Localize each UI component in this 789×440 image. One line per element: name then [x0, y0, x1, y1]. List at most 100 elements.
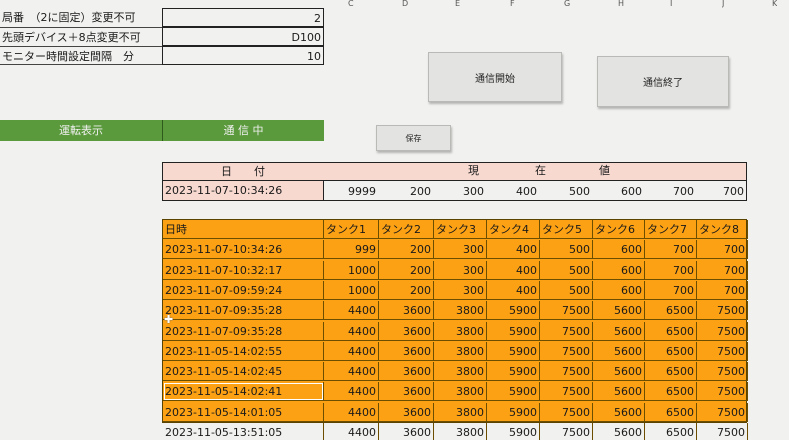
log-cell-tank7[interactable]: 6500: [645, 402, 697, 422]
log-cell-tank2[interactable]: 200: [379, 260, 434, 280]
log-cell-tank8[interactable]: 7500: [697, 362, 748, 382]
log-cell-tank1[interactable]: 4400: [324, 341, 379, 361]
log-cell-tank6[interactable]: 5600: [593, 301, 645, 321]
log-cell-tank8[interactable]: 7500: [697, 423, 748, 440]
log-cell-tank6[interactable]: 600: [593, 260, 645, 280]
log-cell-tank3[interactable]: 300: [434, 280, 487, 300]
log-cell-datetime[interactable]: 2023-11-07-10:34:26: [163, 240, 324, 260]
log-cell-datetime[interactable]: 2023-11-07-10:32:17: [163, 260, 324, 280]
log-cell-tank5[interactable]: 7500: [540, 321, 593, 341]
log-cell-tank8[interactable]: 7500: [697, 321, 748, 341]
log-cell-tank6[interactable]: 5600: [593, 382, 645, 402]
log-cell-tank4[interactable]: 5900: [487, 301, 540, 321]
log-cell-tank2[interactable]: 3600: [379, 321, 434, 341]
log-cell-tank1[interactable]: 4400: [324, 402, 379, 422]
log-cell-tank8[interactable]: 700: [697, 260, 748, 280]
log-cell-tank7[interactable]: 6500: [645, 362, 697, 382]
log-cell-tank8[interactable]: 700: [697, 240, 748, 260]
log-cell-tank8[interactable]: 7500: [697, 341, 748, 361]
log-cell-tank3[interactable]: 3800: [434, 301, 487, 321]
column-header-f[interactable]: F: [510, 0, 515, 8]
log-header-tank7[interactable]: タンク7: [645, 220, 697, 239]
log-header-tank1[interactable]: タンク1: [324, 220, 379, 239]
setting-value-device[interactable]: D100: [162, 27, 324, 46]
log-cell-tank2[interactable]: 3600: [379, 402, 434, 422]
log-cell-tank4[interactable]: 5900: [487, 402, 540, 422]
log-cell-tank4[interactable]: 5900: [487, 362, 540, 382]
log-cell-tank4[interactable]: 400: [487, 260, 540, 280]
log-cell-tank3[interactable]: 3800: [434, 362, 487, 382]
log-cell-tank6[interactable]: 600: [593, 280, 645, 300]
log-cell-tank4[interactable]: 400: [487, 240, 540, 260]
log-cell-tank2[interactable]: 3600: [379, 341, 434, 361]
log-cell-tank4[interactable]: 5900: [487, 423, 540, 440]
column-header-g[interactable]: G: [564, 0, 570, 8]
log-cell-datetime[interactable]: 2023-11-05-14:02:45: [163, 362, 324, 382]
log-cell-tank4[interactable]: 5900: [487, 382, 540, 402]
log-cell-tank7[interactable]: 6500: [645, 423, 697, 440]
log-cell-tank6[interactable]: 600: [593, 240, 645, 260]
log-cell-tank3[interactable]: 3800: [434, 321, 487, 341]
log-cell-tank5[interactable]: 500: [540, 280, 593, 300]
log-cell-tank3[interactable]: 300: [434, 260, 487, 280]
log-cell-tank5[interactable]: 7500: [540, 402, 593, 422]
log-cell-tank1[interactable]: 4400: [324, 321, 379, 341]
log-cell-tank3[interactable]: 3800: [434, 423, 487, 440]
column-header-j[interactable]: J: [722, 0, 724, 8]
log-cell-datetime[interactable]: 2023-11-05-14:02:55: [163, 341, 324, 361]
log-cell-tank5[interactable]: 7500: [540, 362, 593, 382]
log-cell-tank7[interactable]: 6500: [645, 321, 697, 341]
log-cell-tank5[interactable]: 7500: [540, 382, 593, 402]
log-cell-tank6[interactable]: 5600: [593, 423, 645, 440]
column-header-i[interactable]: I: [670, 0, 672, 8]
log-cell-tank2[interactable]: 200: [379, 280, 434, 300]
log-header-tank3[interactable]: タンク3: [434, 220, 487, 239]
log-cell-tank3[interactable]: 300: [434, 240, 487, 260]
log-cell-datetime[interactable]: 2023-11-07-09:35:28: [163, 321, 324, 341]
log-cell-tank4[interactable]: 5900: [487, 341, 540, 361]
log-cell-tank7[interactable]: 6500: [645, 341, 697, 361]
column-header-c[interactable]: C: [348, 0, 354, 8]
log-cell-datetime[interactable]: 2023-11-07-09:35:28: [163, 301, 324, 321]
log-cell-tank7[interactable]: 700: [645, 260, 697, 280]
log-cell-tank8[interactable]: 700: [697, 280, 748, 300]
log-cell-tank1[interactable]: 1000: [324, 260, 379, 280]
log-cell-tank1[interactable]: 999: [324, 240, 379, 260]
log-cell-datetime[interactable]: 2023-11-05-14:02:41: [163, 382, 324, 402]
log-header-tank4[interactable]: タンク4: [487, 220, 540, 239]
log-header-tank8[interactable]: タンク8: [697, 220, 748, 239]
log-cell-tank2[interactable]: 3600: [379, 382, 434, 402]
log-cell-tank4[interactable]: 400: [487, 280, 540, 300]
setting-value-station[interactable]: 2: [162, 8, 324, 27]
log-cell-tank2[interactable]: 200: [379, 240, 434, 260]
log-cell-tank3[interactable]: 3800: [434, 341, 487, 361]
log-cell-tank8[interactable]: 7500: [697, 301, 748, 321]
log-cell-tank5[interactable]: 7500: [540, 423, 593, 440]
column-header-e[interactable]: E: [455, 0, 460, 8]
log-header-datetime[interactable]: 日時: [163, 220, 324, 239]
log-cell-tank1[interactable]: 4400: [324, 301, 379, 321]
log-cell-tank7[interactable]: 6500: [645, 382, 697, 402]
log-cell-tank3[interactable]: 3800: [434, 382, 487, 402]
log-cell-tank1[interactable]: 4400: [324, 382, 379, 402]
column-header-h[interactable]: H: [618, 0, 624, 8]
log-cell-tank4[interactable]: 5900: [487, 321, 540, 341]
start-communication-button[interactable]: 通信開始: [428, 52, 562, 102]
log-cell-tank2[interactable]: 3600: [379, 362, 434, 382]
log-cell-tank6[interactable]: 5600: [593, 321, 645, 341]
log-cell-tank7[interactable]: 6500: [645, 301, 697, 321]
log-cell-tank6[interactable]: 5600: [593, 341, 645, 361]
log-cell-tank1[interactable]: 1000: [324, 280, 379, 300]
log-header-tank6[interactable]: タンク6: [593, 220, 645, 239]
log-cell-tank6[interactable]: 5600: [593, 402, 645, 422]
log-cell-tank6[interactable]: 5600: [593, 362, 645, 382]
log-cell-tank7[interactable]: 700: [645, 240, 697, 260]
log-cell-tank1[interactable]: 4400: [324, 423, 379, 440]
log-cell-datetime[interactable]: 2023-11-05-13:51:05: [163, 423, 324, 440]
log-header-tank5[interactable]: タンク5: [540, 220, 593, 239]
column-header-d[interactable]: D: [402, 0, 408, 8]
log-cell-datetime[interactable]: 2023-11-05-14:01:05: [163, 402, 324, 422]
log-cell-tank7[interactable]: 700: [645, 280, 697, 300]
log-cell-tank5[interactable]: 500: [540, 260, 593, 280]
log-cell-tank8[interactable]: 7500: [697, 402, 748, 422]
